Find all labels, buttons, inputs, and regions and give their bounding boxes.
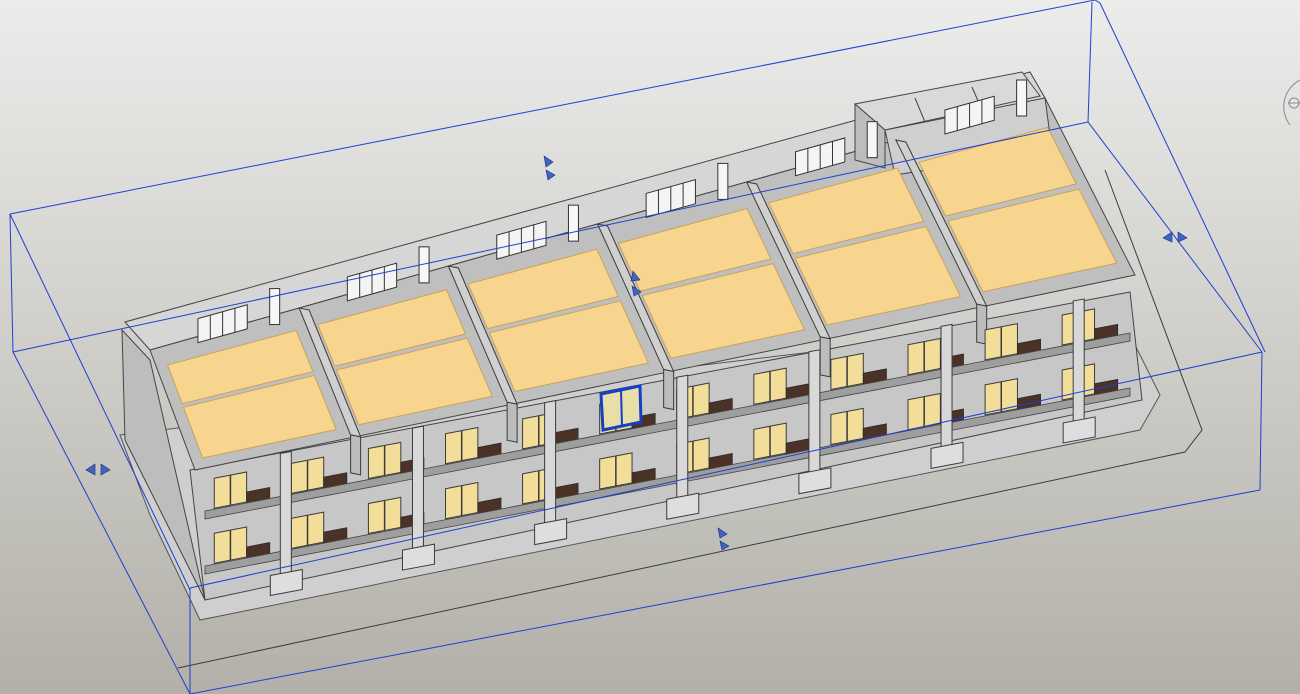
column	[1072, 298, 1085, 424]
3d-scene[interactable]	[0, 0, 1300, 694]
selected-window[interactable]	[599, 384, 643, 432]
column	[940, 323, 953, 449]
partition-wall-end	[819, 336, 831, 378]
partition-wall-end	[350, 434, 362, 476]
column	[411, 425, 424, 551]
partition-wall-end	[506, 401, 518, 443]
partition-wall-end	[663, 368, 675, 411]
column	[544, 400, 557, 526]
column	[279, 450, 292, 577]
column	[808, 349, 821, 475]
3d-viewport[interactable]	[0, 0, 1300, 694]
